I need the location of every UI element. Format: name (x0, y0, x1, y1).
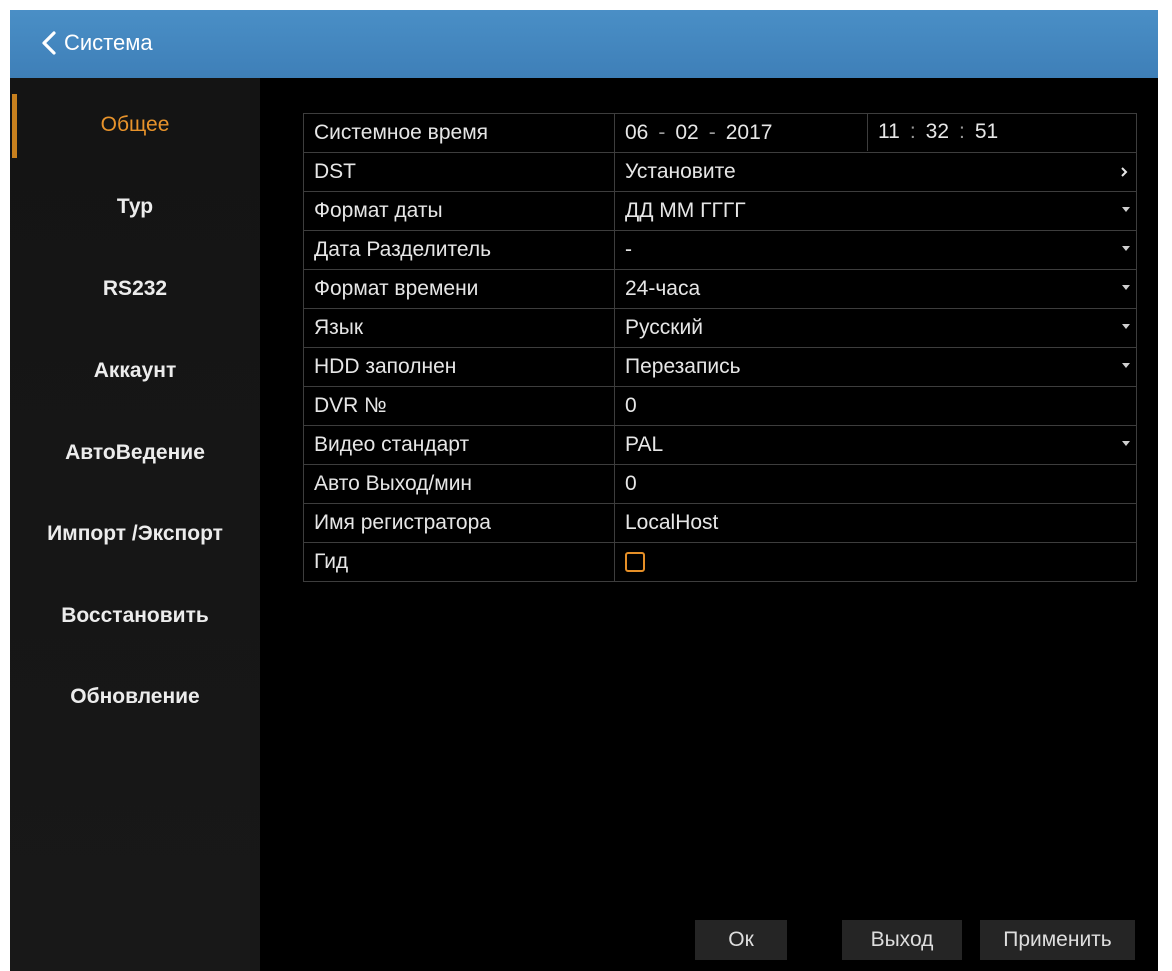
auto-logout-input[interactable]: 0 (614, 464, 1137, 504)
date-separator-label: Дата Разделитель (303, 230, 615, 270)
device-name-label: Имя регистратора (303, 503, 615, 543)
sidebar-item-rs232[interactable]: RS232 (10, 277, 260, 301)
table-row: Формат времени 24-часа (303, 269, 1137, 309)
time-field: 11 : 32 : 51 (867, 113, 1138, 151)
dst-value: Установите (625, 160, 736, 183)
table-row: HDD заполнен Перезапись (303, 347, 1137, 387)
table-row: Авто Выход/мин 0 (303, 464, 1137, 504)
system-time-field: 06 - 02 - 2017 11 : 32 : 51 (614, 113, 1138, 153)
sidebar-item-auto-maintenance[interactable]: АвтоВедение (10, 441, 260, 465)
chevron-down-icon (1122, 246, 1130, 251)
main-panel: Системное время 06 - 02 - 2017 11 : 32 : (260, 78, 1158, 971)
dvr-no-input[interactable]: 0 (614, 386, 1137, 426)
time-separator: : (959, 120, 965, 143)
guide-cell (614, 542, 1137, 582)
settings-table: Системное время 06 - 02 - 2017 11 : 32 : (303, 113, 1137, 582)
video-standard-value: PAL (625, 433, 664, 456)
chevron-down-icon (1122, 363, 1130, 368)
sidebar-item-restore[interactable]: Восстановить (10, 604, 260, 628)
second-field[interactable]: 51 (975, 120, 998, 144)
app-window: Система Общее Тур RS232 Аккаунт АвтоВеде… (10, 10, 1158, 971)
video-standard-label: Видео стандарт (303, 425, 615, 465)
table-row: Формат даты ДД ММ ГГГГ (303, 191, 1137, 231)
month-field[interactable]: 02 (675, 121, 698, 145)
date-separator: - (708, 121, 716, 144)
sidebar-item-tour[interactable]: Тур (10, 195, 260, 219)
day-field[interactable]: 06 (625, 121, 648, 145)
sidebar-item-import-export[interactable]: Импорт /Экспорт (10, 522, 260, 546)
time-format-select[interactable]: 24-часа (614, 269, 1137, 309)
table-row: Системное время 06 - 02 - 2017 11 : 32 : (303, 113, 1138, 153)
guide-checkbox[interactable] (625, 552, 645, 573)
dst-label: DST (303, 152, 615, 192)
video-standard-select[interactable]: PAL (614, 425, 1137, 465)
sidebar: Общее Тур RS232 Аккаунт АвтоВедение Импо… (10, 78, 260, 971)
table-row: Видео стандарт PAL (303, 425, 1137, 465)
title-bar: Система (10, 10, 1158, 78)
time-separator: : (909, 120, 916, 143)
dst-setup-button[interactable]: Установите (614, 152, 1137, 192)
time-format-value: 24-часа (625, 277, 701, 300)
back-button[interactable]: Система (40, 26, 153, 60)
chevron-down-icon (1122, 324, 1130, 329)
time-format-label: Формат времени (303, 269, 615, 309)
hdd-full-label: HDD заполнен (303, 347, 615, 387)
chevron-down-icon (1122, 285, 1130, 290)
table-row: DST Установите (303, 152, 1137, 192)
sidebar-item-general[interactable]: Общее (10, 113, 260, 137)
date-format-label: Формат даты (303, 191, 615, 231)
table-row: Дата Разделитель - (303, 230, 1137, 270)
sidebar-item-update[interactable]: Обновление (10, 685, 260, 709)
hdd-full-select[interactable]: Перезапись (614, 347, 1137, 387)
language-value: Русский (625, 316, 703, 339)
guide-label: Гид (303, 542, 615, 582)
year-field[interactable]: 2017 (726, 121, 773, 145)
date-separator-value: - (625, 238, 632, 261)
language-select[interactable]: Русский (614, 308, 1137, 348)
date-separator: - (658, 121, 666, 144)
system-time-label: Системное время (303, 113, 615, 153)
ok-button[interactable]: Ок (695, 920, 787, 960)
chevron-right-icon (1121, 167, 1128, 177)
chevron-left-icon (42, 31, 56, 55)
date-format-select[interactable]: ДД ММ ГГГГ (614, 191, 1137, 231)
minute-field[interactable]: 32 (926, 120, 949, 144)
hour-field[interactable]: 11 (878, 120, 900, 144)
page-title: Система (64, 30, 153, 55)
sidebar-item-account[interactable]: Аккаунт (10, 359, 260, 383)
table-row: DVR № 0 (303, 386, 1137, 426)
date-format-value: ДД ММ ГГГГ (625, 199, 746, 222)
date-separator-select[interactable]: - (614, 230, 1137, 270)
dvr-no-label: DVR № (303, 386, 615, 426)
apply-button[interactable]: Применить (980, 920, 1135, 960)
table-row: Гид (303, 542, 1137, 582)
auto-logout-label: Авто Выход/мин (303, 464, 615, 504)
chevron-down-icon (1122, 207, 1130, 212)
chevron-down-icon (1122, 441, 1130, 446)
hdd-full-value: Перезапись (625, 355, 741, 378)
table-row: Язык Русский (303, 308, 1137, 348)
table-row: Имя регистратора LocalHost (303, 503, 1137, 543)
device-name-input[interactable]: LocalHost (614, 503, 1137, 543)
exit-button[interactable]: Выход (842, 920, 962, 960)
language-label: Язык (303, 308, 615, 348)
